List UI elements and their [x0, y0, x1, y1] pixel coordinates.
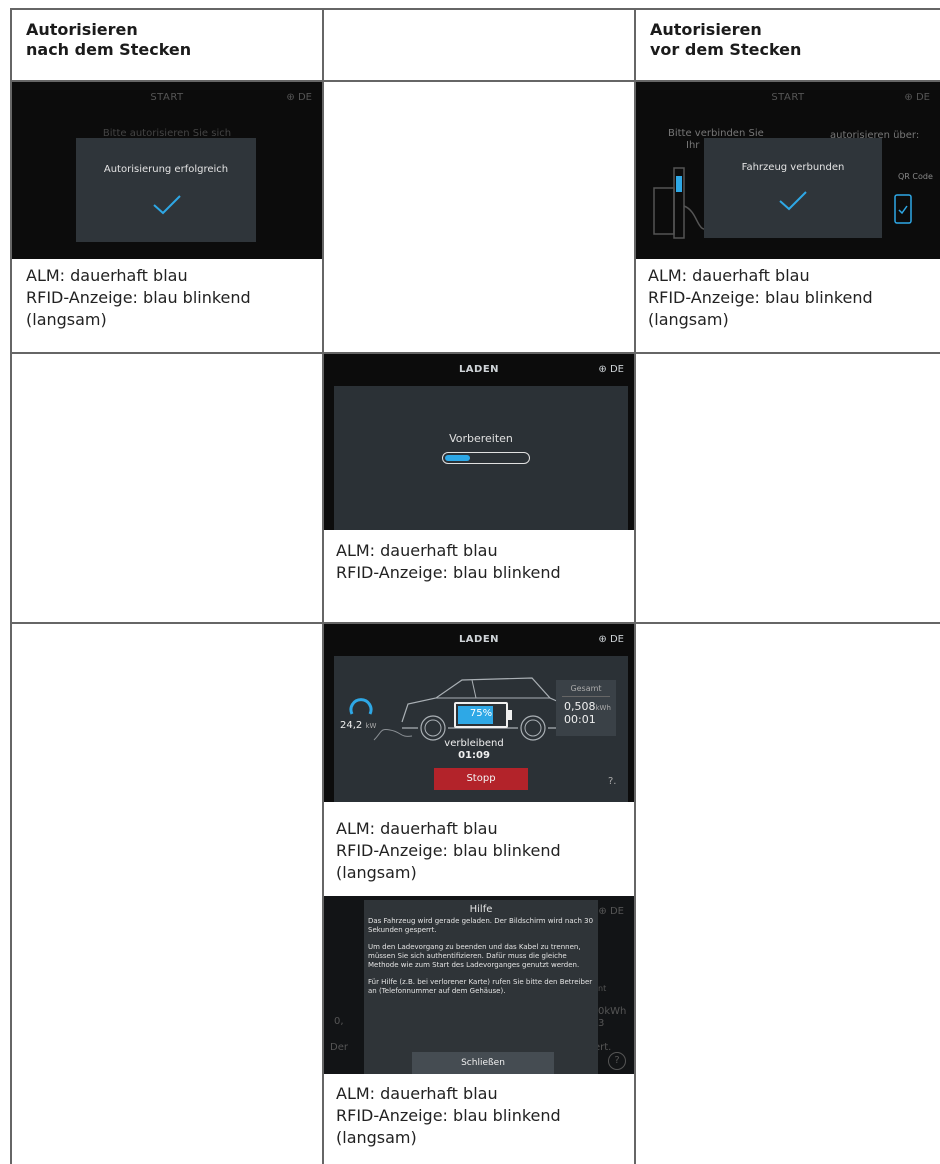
caption-line: RFID-Anzeige: blau blinkend [336, 563, 561, 582]
progress-fill [445, 455, 470, 461]
stop-button[interactable]: Stopp [434, 768, 528, 790]
language-selector[interactable]: ⊕ DE [286, 92, 312, 103]
success-modal: Autorisierung erfolgreich [76, 138, 256, 242]
header-line-1: Autorisieren [26, 20, 138, 39]
grid-line-top [10, 8, 940, 10]
language-selector[interactable]: ⊕ DE [904, 92, 930, 103]
total-divider [562, 696, 610, 697]
caption-prepare: ALM: dauerhaft blau RFID-Anzeige: blau b… [336, 540, 561, 584]
help-button[interactable]: ?. [608, 776, 617, 787]
screen-title: START [150, 92, 184, 103]
battery-icon: 75% [454, 702, 512, 728]
connected-modal: Fahrzeug verbunden [704, 138, 882, 238]
caption-auth-after: ALM: dauerhaft blau RFID-Anzeige: blau b… [26, 265, 251, 331]
caption-auth-before: ALM: dauerhaft blau RFID-Anzeige: blau b… [648, 265, 873, 331]
caption-charging: ALM: dauerhaft blau RFID-Anzeige: blau b… [336, 818, 561, 884]
battery-terminal [508, 710, 512, 720]
caption-line: ALM: dauerhaft blau [336, 819, 498, 838]
screen-title: LADEN [458, 364, 500, 375]
total-box: Gesamt 0,508kWh 00:01 [556, 680, 616, 736]
modal-message: Fahrzeug verbunden [741, 162, 845, 173]
help-dialog: Hilfe Das Fahrzeug wird gerade geladen. … [364, 900, 598, 1074]
dialog-paragraph-1: Das Fahrzeug wird gerade geladen. Der Bi… [368, 917, 594, 934]
energy-unit: kWh [595, 704, 611, 712]
caption-line: RFID-Anzeige: blau blinkend [336, 841, 561, 860]
background-fragment: 3 [598, 1018, 605, 1029]
checkmark-icon [779, 191, 807, 211]
help-icon[interactable]: ? [608, 1052, 626, 1070]
caption-line: (langsam) [648, 310, 729, 329]
caption-line: (langsam) [26, 310, 107, 329]
status-label: Vorbereiten [449, 432, 513, 445]
qr-code-label: QR Code [898, 172, 933, 181]
remaining-label: verbleibend [444, 738, 504, 749]
power-readout: 24,2 kW [340, 720, 376, 731]
background-fragment: 0, [334, 1016, 344, 1027]
remaining-time: 01:09 [458, 750, 490, 761]
power-gauge-icon [349, 698, 373, 715]
caption-line: RFID-Anzeige: blau blinkend [336, 1106, 561, 1125]
header-line-2: vor dem Stecken [650, 40, 802, 59]
caption-line: RFID-Anzeige: blau blinkend [648, 288, 873, 307]
screen-title: START [771, 92, 805, 103]
dialog-paragraph-3: Für Hilfe (z.B. bei verlorener Karte) ru… [368, 978, 593, 995]
duration: 00:01 [564, 713, 596, 726]
background-fragment: 0kWh [598, 1006, 627, 1017]
phone-icon [894, 194, 912, 224]
battery-percent: 75% [469, 708, 493, 719]
column-header-before-plugging: Autorisieren vor dem Stecken [650, 20, 801, 60]
caption-line: ALM: dauerhaft blau [336, 1084, 498, 1103]
header-line-1: Autorisieren [650, 20, 762, 39]
caption-help: ALM: dauerhaft blau RFID-Anzeige: blau b… [336, 1083, 561, 1149]
checkmark-icon [153, 195, 181, 215]
energy-readout: 0,508kWh [556, 700, 616, 713]
status-panel: Vorbereiten [334, 386, 628, 530]
dialog-paragraph-2: Um den Ladevorgang zu beenden und das Ka… [368, 943, 581, 969]
screen-authorization-success: START ⊕ DE Bitte autorisieren Sie sich A… [12, 82, 322, 259]
caption-line: ALM: dauerhaft blau [648, 266, 810, 285]
close-button[interactable]: Schließen [412, 1052, 554, 1074]
screen-help: ⊕ DE 0, Der nt 0kWh 3 ert. ? Hilfe Das F… [324, 896, 634, 1074]
header-line-2: nach dem Stecken [26, 40, 192, 59]
modal-message: Autorisierung erfolgreich [103, 164, 229, 175]
background-fragment: nt [598, 984, 607, 993]
screen-vehicle-connected: START ⊕ DE Bitte verbinden Sie Ihr autor… [636, 82, 940, 259]
background-prompt-left-2: Ihr [686, 140, 700, 151]
progress-bar [442, 452, 530, 464]
screen-charging: LADEN ⊕ DE 24,2 kW 75% Gesamt 0,508kWh 0… [324, 624, 634, 802]
caption-line: (langsam) [336, 1128, 417, 1147]
language-selector[interactable]: ⊕ DE [598, 906, 624, 917]
total-label: Gesamt [570, 684, 602, 693]
caption-line: ALM: dauerhaft blau [336, 541, 498, 560]
caption-line: ALM: dauerhaft blau [26, 266, 188, 285]
screen-title: LADEN [458, 634, 500, 645]
charging-panel: 24,2 kW 75% Gesamt 0,508kWh 00:01 verble… [334, 656, 628, 802]
column-header-after-plugging: Autorisieren nach dem Stecken [26, 20, 191, 60]
dialog-title: Hilfe [469, 904, 493, 915]
energy-value: 0,508 [564, 700, 596, 713]
background-fragment: Der [330, 1042, 348, 1053]
caption-line: RFID-Anzeige: blau blinkend [26, 288, 251, 307]
screen-preparing: LADEN ⊕ DE Vorbereiten [324, 354, 634, 530]
language-selector[interactable]: ⊕ DE [598, 634, 624, 645]
language-selector[interactable]: ⊕ DE [598, 364, 624, 375]
power-value: 24,2 [340, 720, 363, 731]
caption-line: (langsam) [336, 863, 417, 882]
